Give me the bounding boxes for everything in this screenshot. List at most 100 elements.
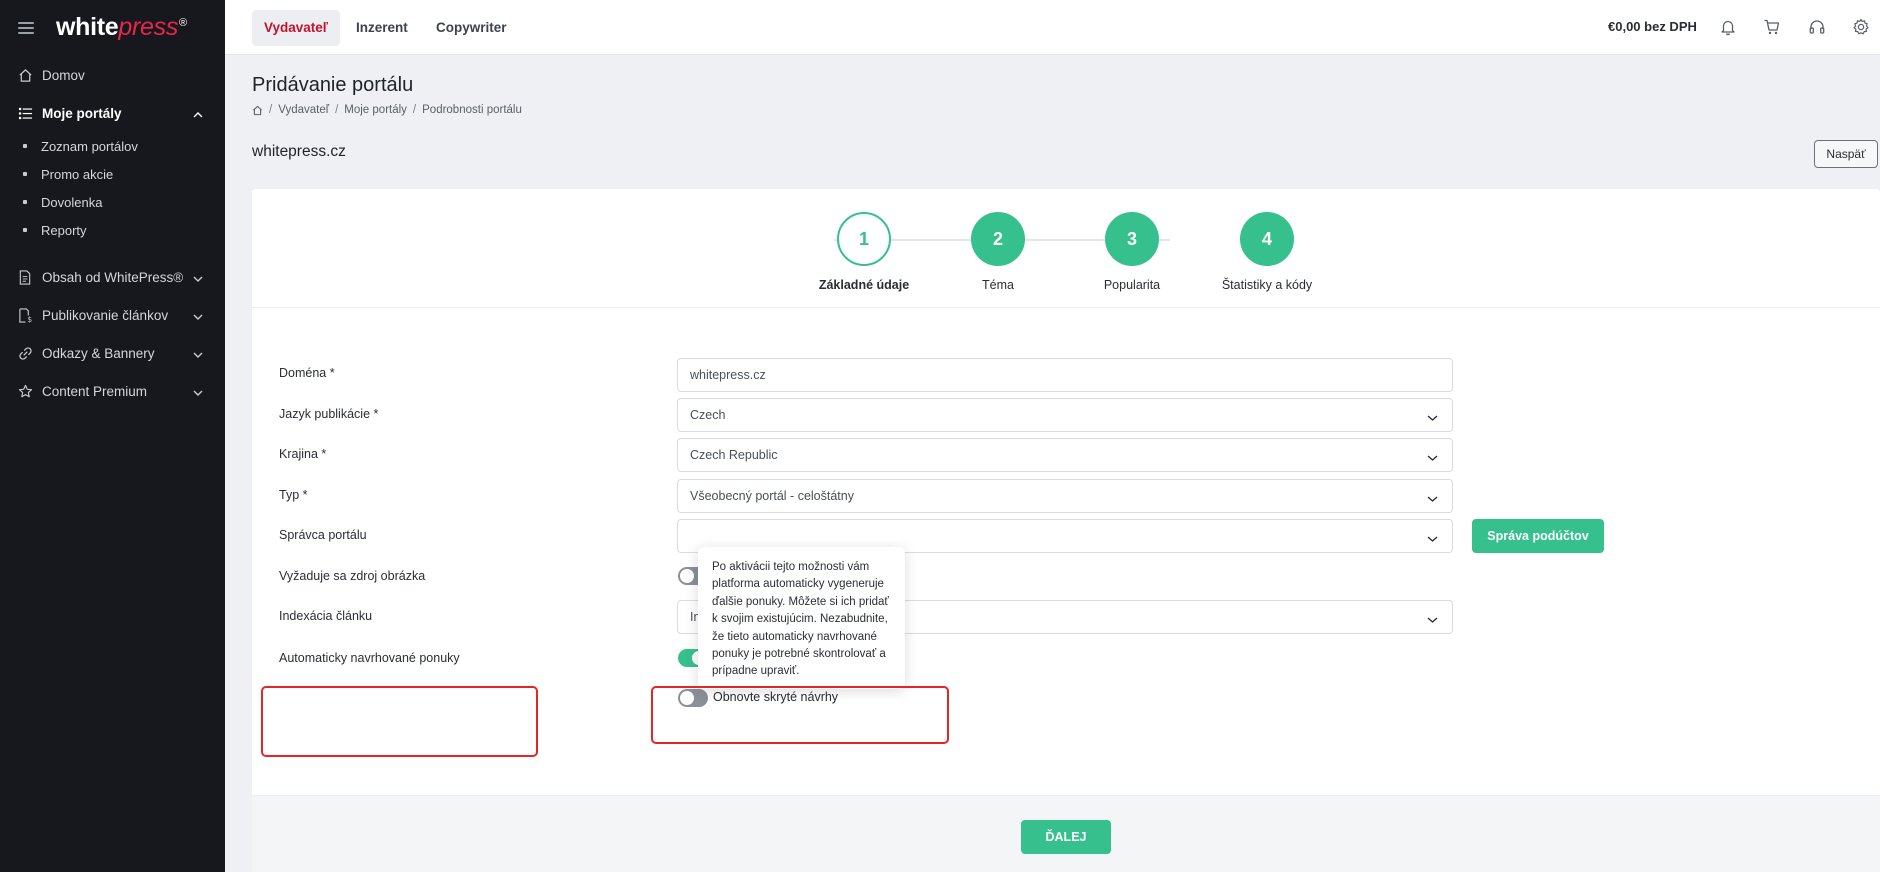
- sidebar-item-domov[interactable]: Domov: [0, 56, 225, 94]
- step-2-label: Téma: [982, 278, 1014, 292]
- chevron-down-icon: [193, 347, 203, 362]
- manage-subaccounts-button[interactable]: Správa podúčtov: [1472, 519, 1604, 553]
- cart-icon[interactable]: [1763, 18, 1781, 36]
- account-balance[interactable]: €0,00 bez DPH: [1608, 19, 1697, 34]
- svg-text:$: $: [27, 315, 32, 323]
- sidebar-item-label: Publikovanie článkov: [42, 307, 169, 323]
- page-title: Pridávanie portálu: [252, 74, 414, 96]
- sidebar-subitem-zoznam-portalov[interactable]: Zoznam portálov: [0, 132, 225, 160]
- step-4-circle[interactable]: 4: [1240, 212, 1294, 266]
- headset-icon[interactable]: [1808, 18, 1826, 36]
- sidebar-item-content-premium[interactable]: Content Premium: [0, 372, 225, 410]
- sidebar-item-label: Odkazy & Bannery: [42, 345, 155, 361]
- image-source-label: Vyžaduje sa zdroj obrázka: [279, 569, 426, 583]
- chevron-down-icon: [1427, 532, 1438, 546]
- bullet-icon: [23, 172, 27, 176]
- sidebar-item-label: Domov: [42, 67, 85, 83]
- subitem-label: Dovolenka: [41, 194, 103, 210]
- chevron-down-icon: [193, 309, 203, 324]
- next-button[interactable]: ĎALEJ: [1021, 820, 1111, 854]
- sidebar-subitem-dovolenka[interactable]: Dovolenka: [0, 188, 225, 216]
- breadcrumb-moje-portaly[interactable]: Moje portály: [344, 104, 407, 116]
- site-name: whitepress.cz: [252, 143, 346, 160]
- bell-icon[interactable]: [1719, 18, 1737, 36]
- chevron-down-icon: [1427, 613, 1438, 627]
- subitem-label: Promo akcie: [41, 166, 114, 182]
- domain-label: Doména *: [279, 366, 335, 380]
- auto-offers-tooltip: Po aktivácii tejto možnosti vám platform…: [698, 547, 905, 689]
- chevron-down-icon: [1427, 451, 1438, 465]
- whitepress-logo[interactable]: whitepress®: [56, 13, 187, 42]
- step-4-label: Štatistiky a kódy: [1221, 278, 1313, 292]
- sidebar-nav-secondary: Obsah od WhitePress® $ Publikovanie člán…: [0, 258, 225, 410]
- sidebar-item-publikovanie[interactable]: $ Publikovanie článkov: [0, 296, 225, 334]
- tooltip-text: Po aktivácii tejto možnosti vám platform…: [712, 561, 889, 678]
- back-button[interactable]: Naspäť: [1814, 140, 1878, 168]
- publish-icon: $: [17, 307, 33, 323]
- highlight-box-label: [261, 686, 538, 757]
- subitem-label: Reporty: [41, 222, 87, 238]
- breadcrumb-vydavatel[interactable]: Vydavateľ: [278, 104, 329, 116]
- gear-icon[interactable]: [1852, 18, 1870, 36]
- sidebar-item-obsah[interactable]: Obsah od WhitePress®: [0, 258, 225, 296]
- bullet-icon: [23, 228, 27, 232]
- manager-label: Správca portálu: [279, 528, 367, 542]
- language-value: Czech: [690, 408, 726, 422]
- toggle-knob: [680, 569, 694, 583]
- type-label: Typ *: [279, 488, 308, 502]
- indexation-label: Indexácia článku: [279, 609, 373, 623]
- type-value: Všeobecný portál - celoštátny: [690, 489, 854, 503]
- chevron-down-icon: [1427, 492, 1438, 506]
- sidebar-item-odkazy[interactable]: Odkazy & Bannery: [0, 334, 225, 372]
- language-label: Jazyk publikácie *: [279, 407, 379, 421]
- country-label: Krajina *: [279, 447, 327, 461]
- sidebar-subitem-reporty[interactable]: Reporty: [0, 216, 225, 244]
- tab-inzerent[interactable]: Inzerent: [344, 10, 420, 46]
- sidebar: whitepress® Domov Moje portály Zoznam po…: [0, 0, 225, 872]
- home-icon[interactable]: [252, 105, 263, 116]
- document-icon: [17, 269, 33, 285]
- breadcrumb: / Vydavateľ / Moje portály / Podrobnosti…: [252, 104, 522, 116]
- sidebar-item-label: Moje portály: [42, 105, 122, 121]
- sidebar-item-label: Obsah od WhitePress®: [42, 269, 184, 285]
- subitem-label: Zoznam portálov: [41, 138, 138, 154]
- type-select[interactable]: Všeobecný portál - celoštátny: [677, 479, 1453, 513]
- sidebar-submenu: Zoznam portálov Promo akcie Dovolenka Re…: [0, 132, 225, 244]
- sidebar-header: whitepress®: [0, 0, 225, 55]
- domain-value: whitepress.cz: [690, 368, 766, 382]
- breadcrumb-separator: /: [269, 104, 273, 116]
- sidebar-item-moje-portaly[interactable]: Moje portály: [0, 94, 225, 132]
- sidebar-item-label: Content Premium: [42, 383, 148, 399]
- breadcrumb-podrobnosti: Podrobnosti portálu: [422, 104, 522, 116]
- bullet-icon: [23, 144, 27, 148]
- bullet-icon: [23, 200, 27, 204]
- stepper-divider: [252, 307, 1880, 308]
- domain-input[interactable]: whitepress.cz: [677, 358, 1453, 392]
- sidebar-subitem-promo-akcie[interactable]: Promo akcie: [0, 160, 225, 188]
- hamburger-menu-icon[interactable]: [18, 21, 34, 34]
- language-select[interactable]: Czech: [677, 398, 1453, 432]
- step-3-circle[interactable]: 3: [1105, 212, 1159, 266]
- link-icon: [17, 345, 33, 361]
- step-3-label: Popularita: [1103, 278, 1161, 292]
- tab-vydavatel[interactable]: Vydavateľ: [252, 10, 340, 46]
- tab-copywriter[interactable]: Copywriter: [424, 10, 519, 46]
- chevron-down-icon: [193, 271, 203, 286]
- chevron-up-icon: [193, 107, 203, 122]
- home-icon: [17, 67, 33, 83]
- chevron-down-icon: [193, 385, 203, 400]
- step-1-label: Základné údaje: [818, 278, 910, 292]
- highlight-box-control: [651, 686, 949, 744]
- portal-form-card: 1 2 3 4 Základné údaje Téma Popularita Š…: [252, 189, 1880, 872]
- country-select[interactable]: Czech Republic: [677, 438, 1453, 472]
- step-1-circle[interactable]: 1: [837, 212, 891, 266]
- sidebar-nav: Domov Moje portály: [0, 56, 225, 132]
- auto-offers-label: Automaticky navrhované ponuky: [279, 651, 460, 665]
- breadcrumb-separator: /: [412, 104, 417, 116]
- list-icon: [17, 105, 33, 121]
- chevron-down-icon: [1427, 411, 1438, 425]
- step-2-circle[interactable]: 2: [971, 212, 1025, 266]
- star-icon: [17, 383, 33, 399]
- topbar: Vydavateľ Inzerent Copywriter €0,00 bez …: [225, 0, 1880, 55]
- breadcrumb-separator: /: [335, 104, 339, 116]
